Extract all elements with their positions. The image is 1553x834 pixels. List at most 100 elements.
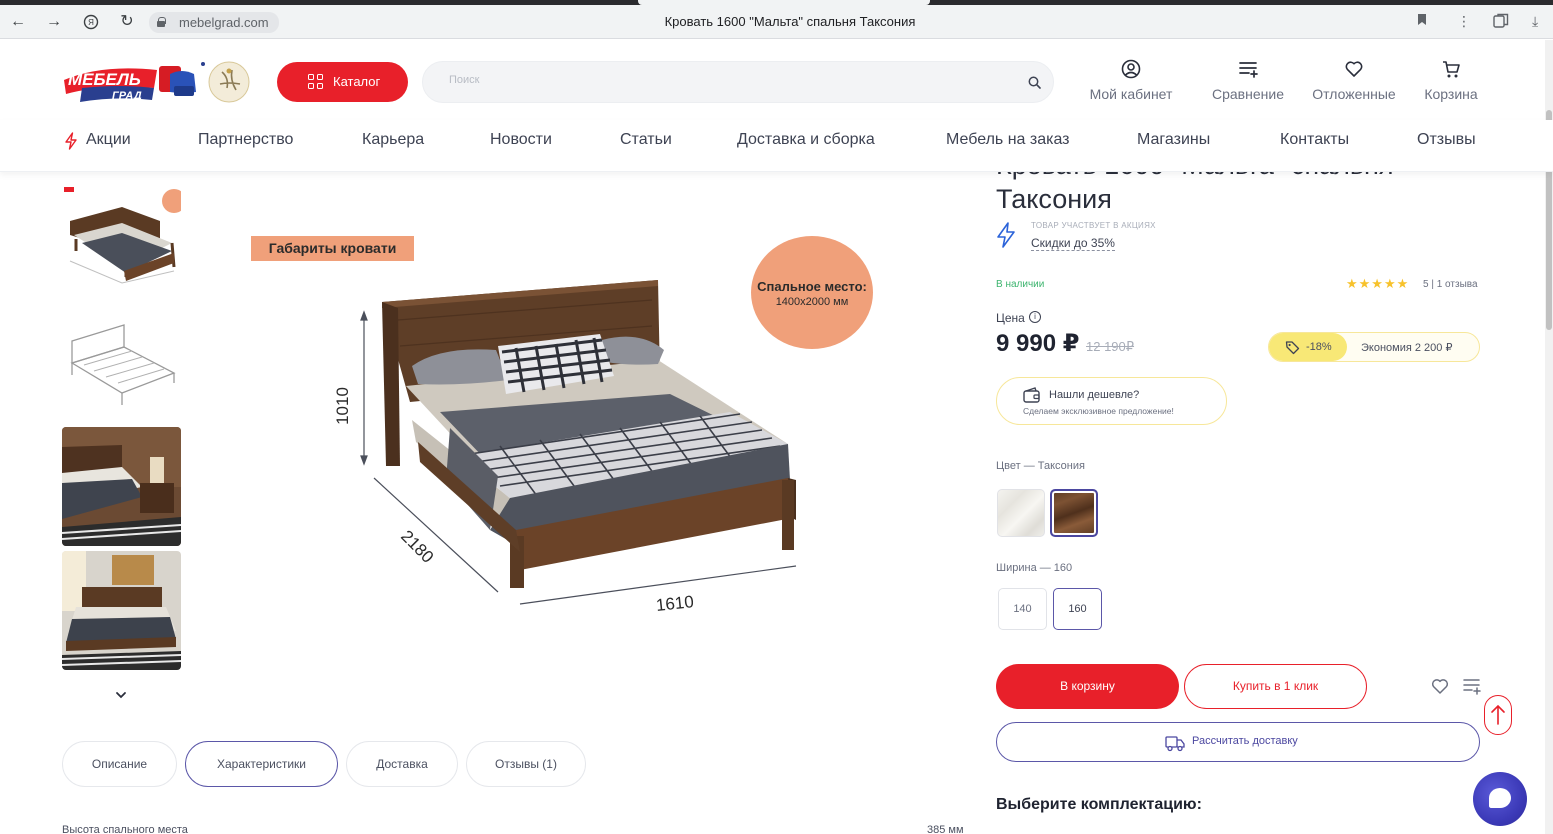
my-cabinet-label: Мой кабинет <box>1089 86 1173 102</box>
thumbnail-4[interactable] <box>62 551 181 670</box>
more-icon[interactable]: ⋮ <box>1457 13 1471 30</box>
reload-icon[interactable]: ↻ <box>117 12 137 32</box>
sleep-area-size: 1400x2000 мм <box>775 296 849 308</box>
sleep-area-badge: Спальное место: 1400x2000 мм <box>751 236 873 349</box>
nav-item-custom-furniture[interactable]: Мебель на заказ <box>946 131 1070 149</box>
found-cheaper-subtitle: Сделаем эксклюзивное предложение! <box>1023 406 1174 416</box>
search-bar <box>422 61 1054 103</box>
page-title: Кровать 1600 "Мальта" спальня Таксония <box>664 14 916 29</box>
svg-text:Я: Я <box>88 18 94 27</box>
color-label: Цвет — Таксония <box>996 460 1085 472</box>
add-to-cart-button[interactable]: В корзину <box>996 664 1179 709</box>
download-icon[interactable]: ⤓ <box>1532 13 1538 30</box>
reviews-count[interactable]: 5 | 1 отзыва <box>1423 279 1478 290</box>
calculate-delivery-label: Рассчитать доставку <box>1192 735 1298 747</box>
browser-toolbar: ← → Я ↻ mebelgrad.com Кровать 1600 "Маль… <box>0 5 1553 39</box>
price: 9 990 ₽ <box>996 330 1080 357</box>
tab-delivery[interactable]: Доставка <box>346 741 458 787</box>
search-input[interactable] <box>449 74 1009 86</box>
nav-item-articles[interactable]: Статьи <box>620 131 672 149</box>
price-label: Цена <box>996 311 1025 325</box>
thumbnail-3[interactable] <box>62 427 181 546</box>
scroll-up-button[interactable] <box>1484 695 1512 735</box>
dim-width-label: 1610 <box>655 592 695 615</box>
promo-link[interactable]: Скидки до 35% <box>1031 236 1115 251</box>
sleep-area-title: Спальное место: <box>757 279 867 294</box>
width-option-140[interactable]: 140 <box>998 588 1047 630</box>
nav-item-partnership[interactable]: Партнерство <box>198 131 293 149</box>
search-icon[interactable] <box>1028 76 1041 89</box>
economy-text: Экономия 2 200 ₽ <box>1361 342 1453 354</box>
tag-icon <box>1285 341 1300 355</box>
my-cabinet-link[interactable]: Мой кабинет <box>1087 58 1175 102</box>
tab-characteristics[interactable]: Характеристики <box>185 741 338 787</box>
heart-icon <box>1345 61 1363 77</box>
favorites-link[interactable]: Отложенные <box>1309 58 1399 102</box>
wallet-icon <box>1023 387 1040 403</box>
lock-icon <box>157 17 166 27</box>
catalog-button[interactable]: Каталог <box>277 62 408 102</box>
stock-status: В наличии <box>996 279 1045 290</box>
width-option-160[interactable]: 160 <box>1053 588 1102 630</box>
kit-title: Выберите комплектацию: <box>996 796 1202 813</box>
buy-one-click-button[interactable]: Купить в 1 клик <box>1184 664 1367 709</box>
tab-description[interactable]: Описание <box>62 741 177 787</box>
chevron-down-icon[interactable] <box>114 688 128 702</box>
svg-text:ГРАД: ГРАД <box>112 90 142 102</box>
cart-icon <box>1443 61 1460 78</box>
nav-item-promotions[interactable]: Акции <box>86 131 131 149</box>
grid-icon <box>308 74 324 90</box>
color-swatch-taksonia[interactable] <box>1050 489 1098 537</box>
compare-icon[interactable] <box>1462 676 1482 696</box>
discount-percent: -18% <box>1306 341 1332 353</box>
compare-label: Сравнение <box>1212 86 1284 102</box>
promo-caption: ТОВАР УЧАСТВУЕТ В АКЦИЯХ <box>1031 221 1156 230</box>
compare-link[interactable]: Сравнение <box>1210 58 1286 102</box>
found-cheaper-button[interactable]: Нашли дешевле? Сделаем эксклюзивное пред… <box>996 377 1227 425</box>
dim-height-label: 1010 <box>333 387 352 425</box>
nav-item-reviews[interactable]: Отзывы <box>1417 131 1476 149</box>
calculate-delivery-button[interactable]: Рассчитать доставку <box>996 722 1480 762</box>
color-swatch-light[interactable] <box>997 489 1045 537</box>
nav-item-contacts[interactable]: Контакты <box>1280 131 1349 149</box>
nav-item-delivery[interactable]: Доставка и сборка <box>737 131 875 149</box>
found-cheaper-title: Нашли дешевле? <box>1049 389 1140 401</box>
info-icon[interactable]: i <box>1029 311 1041 323</box>
address-bar[interactable]: mebelgrad.com <box>149 12 279 33</box>
spec-label: Высота спального места <box>62 824 188 834</box>
spec-value: 385 мм <box>927 824 964 834</box>
address-url: mebelgrad.com <box>179 15 269 30</box>
rating-stars: ★★★★★ <box>1346 276 1410 291</box>
cart-label: Корзина <box>1424 86 1478 102</box>
width-label: Ширина — 160 <box>996 562 1073 574</box>
thumbnail-1[interactable] <box>62 181 181 300</box>
compare-icon <box>1239 62 1258 78</box>
heart-icon[interactable] <box>1430 676 1450 696</box>
collections-icon[interactable] <box>1493 13 1509 31</box>
bookmark-icon[interactable] <box>1417 13 1427 29</box>
dimensions-badge: Габариты кровати <box>251 236 414 261</box>
cart-link[interactable]: Корзина <box>1420 58 1482 102</box>
user-icon <box>1121 59 1141 79</box>
back-icon[interactable]: ← <box>8 12 28 32</box>
svg-text:МЕБЕЛЬ: МЕБЕЛЬ <box>68 70 141 89</box>
old-price: 12 190₽ <box>1086 339 1135 354</box>
main-nav: Акции Партнерство Карьера Новости Статьи… <box>0 120 1553 172</box>
tab-reviews[interactable]: Отзывы (1) <box>466 741 586 787</box>
chat-widget-button[interactable] <box>1473 772 1527 826</box>
discount-badge: -18% Экономия 2 200 ₽ <box>1268 332 1480 362</box>
lightning-icon <box>997 222 1015 248</box>
nav-item-news[interactable]: Новости <box>490 131 552 149</box>
favorites-label: Отложенные <box>1312 86 1396 102</box>
nav-item-career[interactable]: Карьера <box>362 131 424 149</box>
nav-item-stores[interactable]: Магазины <box>1137 131 1210 149</box>
catalog-label: Каталог <box>333 74 381 89</box>
site-logo[interactable]: МЕБЕЛЬ ГРАД <box>62 58 252 106</box>
extension-icon[interactable]: Я <box>81 12 101 32</box>
lightning-icon <box>65 132 77 150</box>
forward-icon[interactable]: → <box>44 12 64 32</box>
arrow-up-icon <box>1491 704 1505 725</box>
truck-icon <box>1165 736 1185 752</box>
thumbnail-2[interactable] <box>62 303 181 422</box>
product-title-line2: Таксония <box>996 184 1112 214</box>
